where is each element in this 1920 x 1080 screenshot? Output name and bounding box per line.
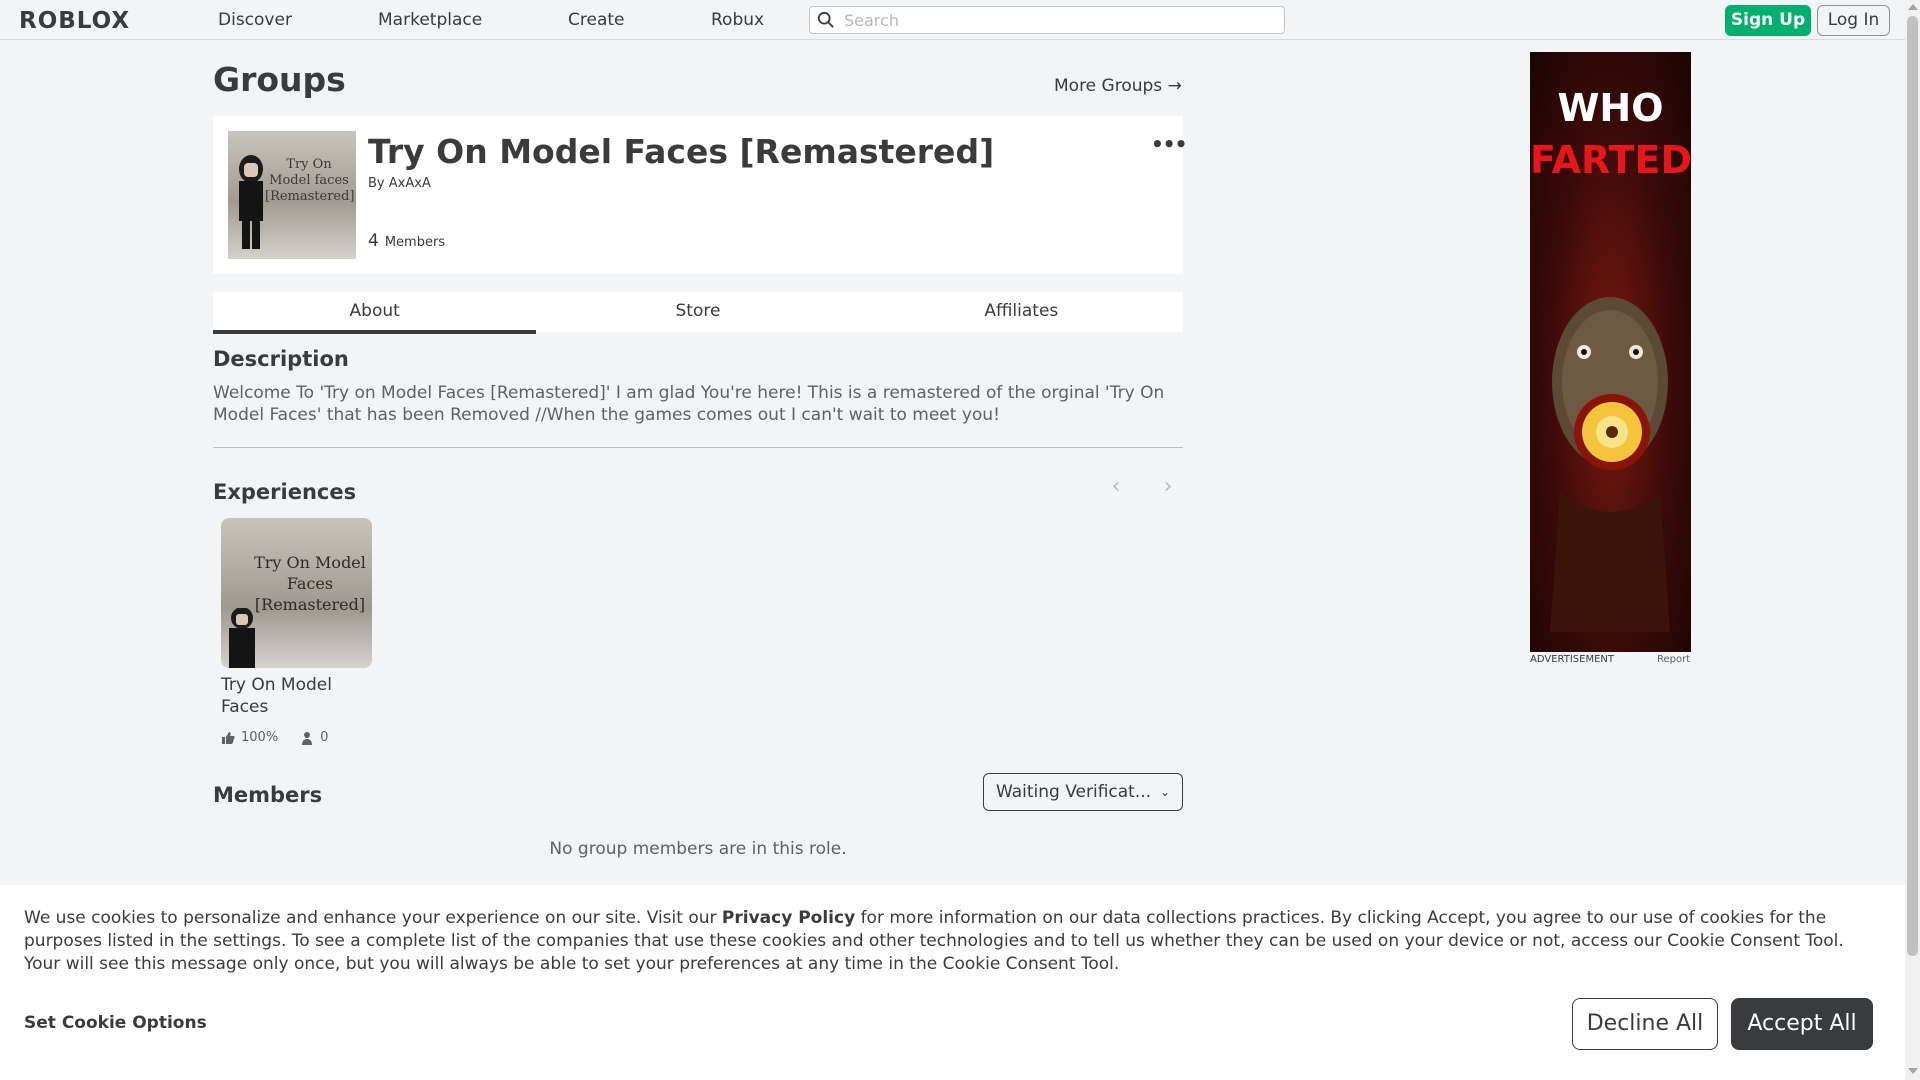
group-tabs: About Store Affiliates (213, 292, 1183, 334)
cookie-consent-banner: We use cookies to personalize and enhanc… (0, 885, 1905, 1080)
experience-thumbnail-caption: Try On Model Faces [Remastered] (254, 553, 366, 614)
role-select-dropdown[interactable]: Waiting Verificat... ⌄ (983, 773, 1183, 811)
nav-link-robux[interactable]: Robux (711, 0, 764, 40)
advertisement-banner[interactable]: WHO FARTED (1530, 52, 1691, 652)
member-count-label: Members (384, 235, 446, 250)
avatar-figure-icon (229, 608, 255, 668)
more-groups-link[interactable]: More Groups → (1054, 76, 1182, 96)
advertisement-label: ADVERTISEMENT (1530, 654, 1615, 665)
group-emblem-caption: Try On Model faces [Remastered] (265, 157, 355, 204)
ad-headline-line1: WHO (1557, 86, 1664, 130)
section-divider (213, 447, 1183, 448)
carousel-prev-icon[interactable]: ‹ (1106, 476, 1126, 498)
thumbs-up-icon (222, 731, 235, 744)
group-member-count: 4 Members (368, 231, 445, 251)
group-name: Try On Model Faces [Remastered] (368, 132, 995, 171)
group-header-card: Try On Model faces [Remastered] Try On M… (213, 116, 1187, 274)
description-heading: Description (213, 347, 349, 371)
top-navigation-bar: ROBLOX Discover Marketplace Create Robux… (0, 0, 1905, 40)
group-owner-link[interactable]: AxAxA (389, 176, 431, 191)
carousel-next-icon[interactable]: › (1158, 476, 1178, 498)
role-select-value: Waiting Verificat... (996, 782, 1152, 802)
search-box[interactable] (809, 6, 1285, 34)
experience-stats: 100% 0 (221, 730, 373, 745)
members-heading: Members (213, 783, 323, 807)
nav-link-create[interactable]: Create (568, 0, 625, 40)
avatar-figure-icon (239, 155, 263, 249)
members-empty-message: No group members are in this role. (549, 839, 847, 859)
experience-thumbnail[interactable]: Try On Model Faces [Remastered] (221, 518, 372, 668)
group-owner: By AxAxA (368, 176, 431, 191)
set-cookie-options-link[interactable]: Set Cookie Options (24, 1013, 207, 1033)
experience-card[interactable]: Try On Model Faces [Remastered] Try On M… (221, 518, 373, 745)
scroll-down-arrow-icon[interactable] (1908, 1068, 1918, 1074)
description-text: Welcome To 'Try on Model Faces [Remaster… (213, 383, 1165, 425)
experiences-heading: Experiences (213, 480, 357, 504)
page-scrollbar[interactable] (1905, 0, 1920, 1080)
experience-player-count: 0 (320, 730, 329, 745)
experience-rating: 100% (241, 730, 279, 745)
tab-affiliates[interactable]: Affiliates (860, 292, 1183, 332)
monster-artwork-icon (1550, 297, 1670, 632)
page-title: Groups (213, 60, 346, 99)
log-in-button[interactable]: Log In (1817, 5, 1890, 36)
scroll-thumb[interactable] (1907, 16, 1918, 956)
ad-report-link[interactable]: Report (1657, 654, 1690, 665)
cookie-text-before: We use cookies to personalize and enhanc… (24, 908, 722, 928)
member-count-value: 4 (368, 231, 379, 251)
nav-link-discover[interactable]: Discover (218, 0, 292, 40)
roblox-logo[interactable]: ROBLOX (19, 8, 130, 34)
experience-name[interactable]: Try On Model Faces (221, 674, 373, 718)
search-icon (817, 11, 834, 28)
more-options-icon[interactable]: ••• (1151, 132, 1187, 156)
cookie-consent-text: We use cookies to personalize and enhanc… (24, 907, 1884, 976)
accept-all-button[interactable]: Accept All (1731, 998, 1873, 1050)
sign-up-button[interactable]: Sign Up (1725, 5, 1811, 36)
nav-link-marketplace[interactable]: Marketplace (378, 0, 482, 40)
scroll-up-arrow-icon[interactable] (1908, 4, 1918, 10)
search-input[interactable] (844, 8, 1274, 32)
tab-store[interactable]: Store (536, 292, 859, 332)
ad-headline-line2: FARTED (1530, 138, 1691, 182)
chevron-down-icon: ⌄ (1159, 785, 1170, 799)
decline-all-button[interactable]: Decline All (1572, 998, 1718, 1050)
group-emblem-image: Try On Model faces [Remastered] (228, 131, 356, 259)
group-owner-prefix: By (368, 176, 385, 191)
tab-about[interactable]: About (213, 292, 537, 334)
player-count-icon (302, 731, 313, 745)
privacy-policy-link[interactable]: Privacy Policy (722, 908, 855, 928)
